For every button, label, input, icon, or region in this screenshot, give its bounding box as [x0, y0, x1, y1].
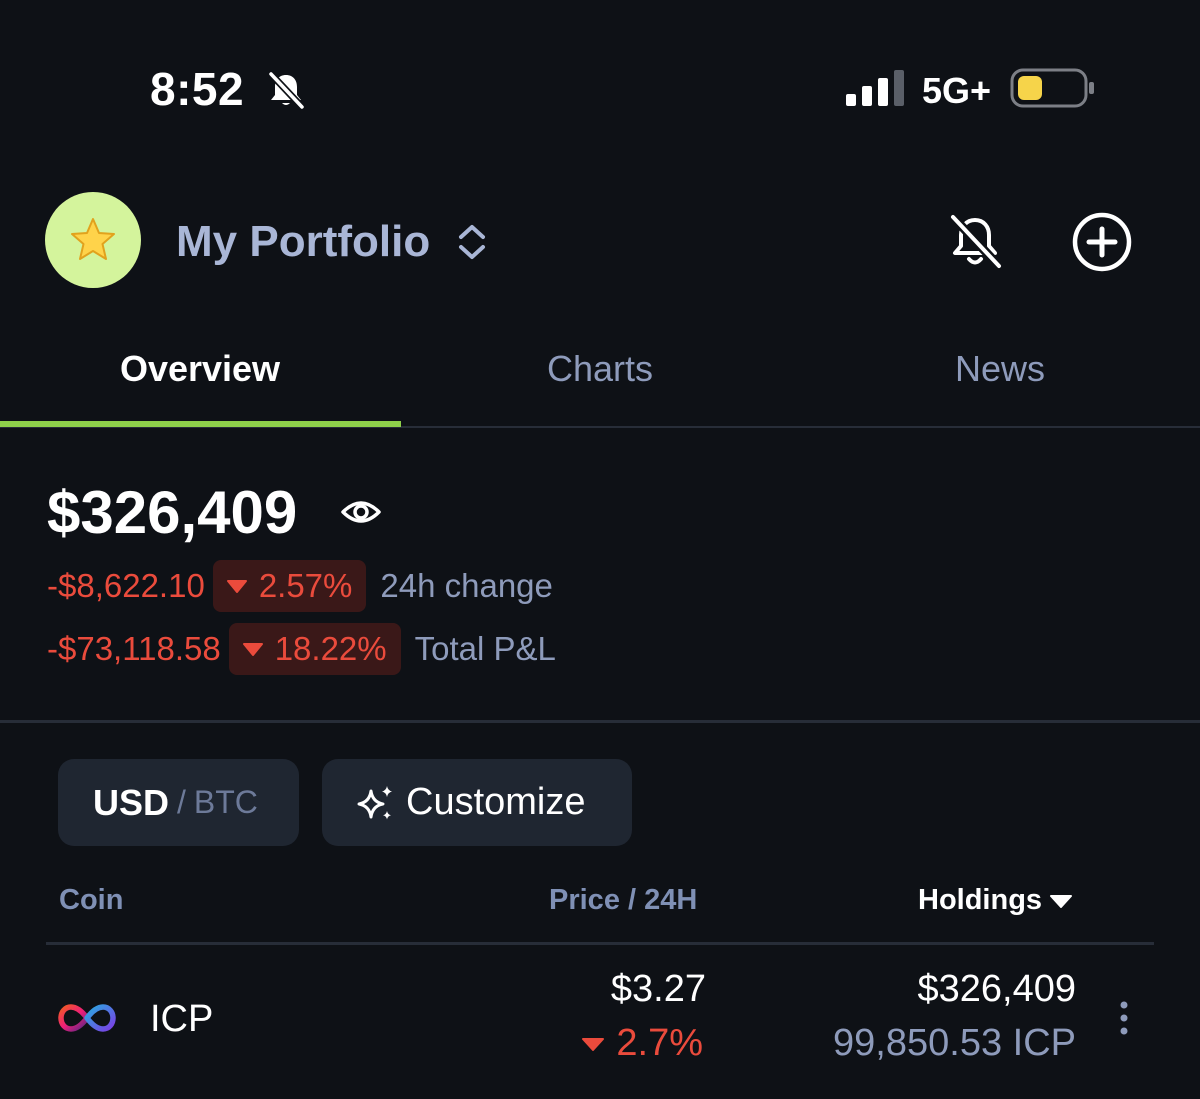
holding-value: $326,409 [917, 968, 1077, 1010]
total-pnl-badge: 18.22% [228, 623, 401, 675]
caret-down-icon [242, 643, 263, 656]
sparkle-icon [357, 785, 392, 819]
caret-down-icon [226, 580, 247, 593]
coin-price: $3.27 [610, 968, 706, 1010]
portfolio-screen: 8:52 5G+ My Portfolio Overview Charts Ne… [0, 0, 1200, 1099]
column-header-holdings[interactable]: Holdings [918, 884, 1073, 917]
total-pnl-value: -$73,118.58 [47, 630, 221, 667]
coin-price-change: 2.7% [582, 1022, 703, 1065]
status-time: 8:52 [150, 63, 245, 115]
caret-down-icon [582, 1037, 605, 1051]
silent-mode-icon [268, 71, 305, 110]
customize-label: Customize [406, 781, 586, 823]
portfolio-balance: $326,409 [47, 479, 298, 546]
portfolio-avatar[interactable] [45, 192, 141, 288]
customize-button[interactable]: Customize [322, 759, 632, 846]
holdings-header-label: Holdings [918, 884, 1043, 916]
bell-off-icon[interactable] [944, 211, 1006, 273]
column-header-price[interactable]: Price / 24H [549, 884, 697, 917]
battery-icon [1010, 68, 1094, 108]
eye-icon[interactable] [340, 494, 382, 530]
network-type: 5G+ [922, 70, 992, 111]
column-header-coin[interactable]: Coin [59, 884, 123, 917]
change-24h-badge: 2.57% [212, 560, 367, 612]
coin-symbol[interactable]: ICP [150, 998, 213, 1041]
currency-separator: / [177, 784, 186, 820]
tab-overview[interactable]: Overview [0, 330, 400, 426]
more-options-icon[interactable] [1112, 998, 1136, 1038]
tab-charts[interactable]: Charts [400, 330, 800, 426]
currency-primary: USD [93, 781, 170, 823]
change-24h-row: -$8,622.10 2.57% 24h change [47, 560, 553, 612]
active-tab-indicator [0, 421, 401, 427]
signal-strength-icon [846, 70, 904, 106]
currency-toggle-button[interactable]: USD / BTC [58, 759, 299, 846]
portfolio-title: My Portfolio [176, 217, 431, 266]
star-icon [71, 218, 115, 260]
total-pnl-percent: 18.22% [274, 630, 387, 667]
add-circle-icon[interactable] [1071, 211, 1133, 273]
total-pnl-label: Total P&L [414, 630, 556, 667]
icp-logo-icon [58, 1004, 116, 1032]
tab-news[interactable]: News [800, 330, 1200, 426]
table-header-divider [46, 942, 1154, 945]
change-24h-percent: 2.57% [258, 567, 353, 604]
sort-caret-down-icon [1050, 894, 1073, 908]
tab-bar: Overview Charts News [0, 330, 1200, 428]
change-24h-value: -$8,622.10 [47, 567, 205, 604]
coin-change-percent: 2.7% [616, 1022, 703, 1064]
portfolio-switcher[interactable]: My Portfolio [176, 212, 488, 272]
chevron-up-down-icon [459, 225, 486, 259]
currency-secondary: BTC [193, 784, 258, 820]
total-pnl-row: -$73,118.58 18.22% Total P&L [47, 623, 556, 675]
holding-amount: 99,850.53 ICP [833, 1022, 1076, 1064]
change-24h-label: 24h change [380, 567, 553, 604]
section-divider [0, 720, 1200, 723]
